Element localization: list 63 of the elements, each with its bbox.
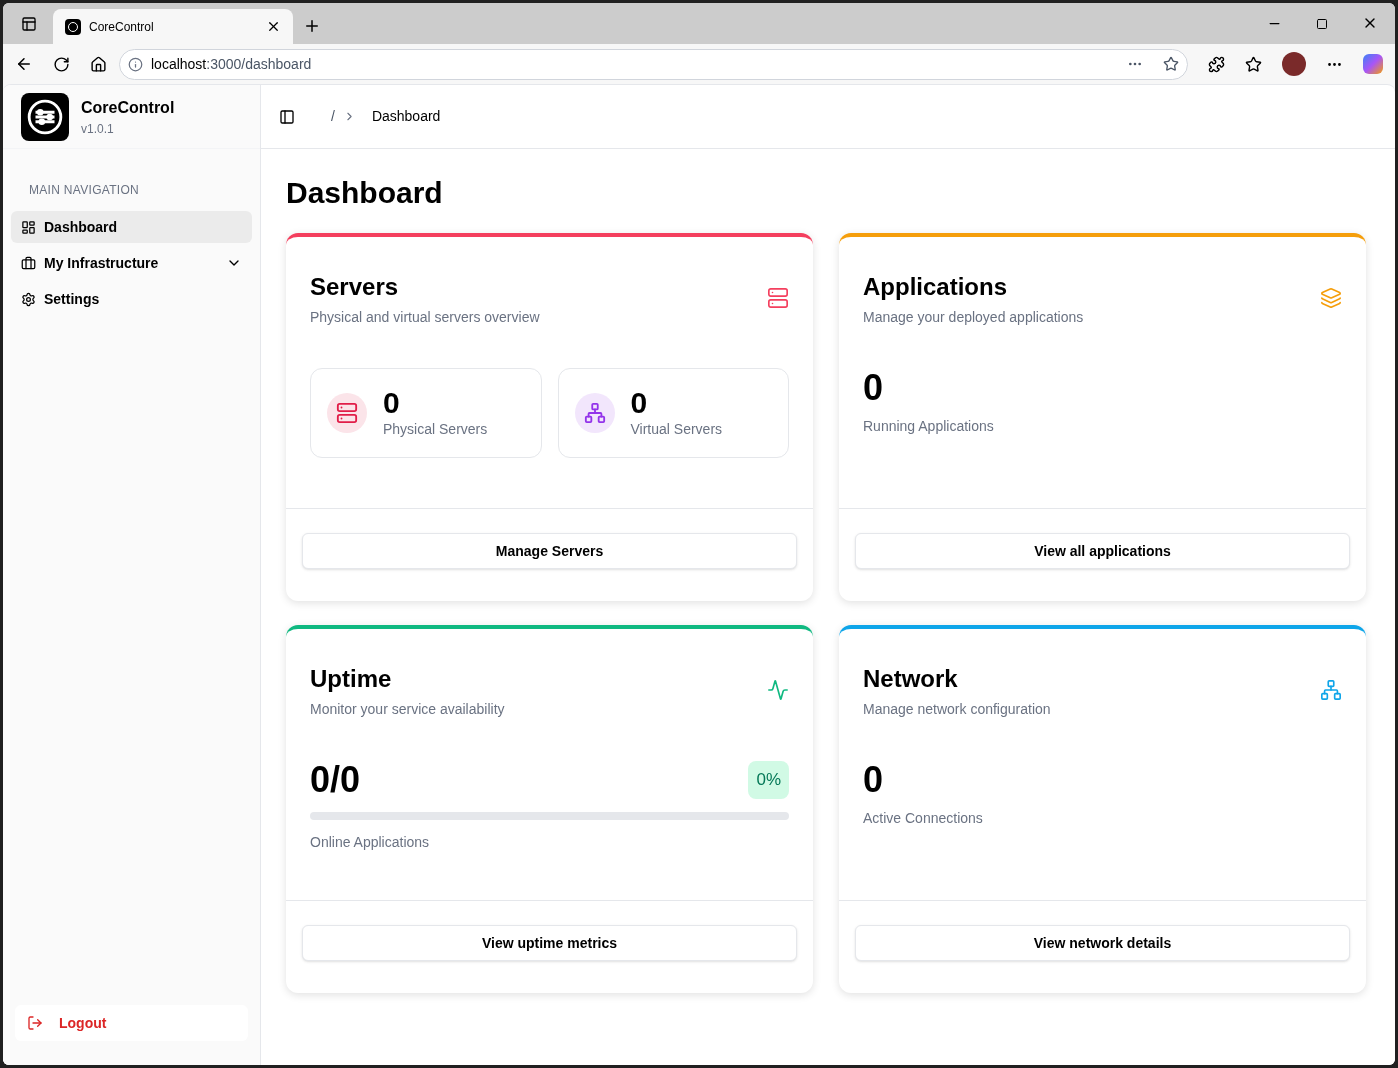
card-title: Network (863, 665, 959, 693)
close-icon[interactable] (266, 19, 281, 34)
stat-value: 0 (630, 386, 649, 419)
card-action-button[interactable]: View all applications (855, 533, 1350, 569)
breadcrumb-current: Dashboard (371, 107, 441, 126)
address-bar[interactable]: localhost:3000/dashboard (119, 48, 1188, 80)
card-subtitle: Monitor your service availability (310, 700, 505, 719)
card-action-button[interactable]: View network details (855, 925, 1350, 961)
card-title: Uptime (310, 665, 393, 693)
extensions-icon[interactable] (1208, 55, 1225, 73)
sidebar-toggle-icon[interactable] (279, 108, 295, 125)
card-action-button[interactable]: View uptime metrics (302, 925, 797, 961)
card-title: Servers (310, 273, 400, 301)
url-text: localhost:3000/dashboard (151, 54, 313, 74)
stat-value: 0/0 (310, 760, 361, 800)
dashboard-icon (21, 219, 36, 235)
stat-label: Running Applications (863, 417, 995, 436)
section-label: MAIN NAVIGATION (28, 182, 141, 199)
layers-icon (1320, 287, 1342, 309)
tab-actions-icon[interactable] (21, 16, 37, 32)
hierarchy-icon (1320, 679, 1342, 701)
breadcrumb-separator: / (331, 107, 335, 126)
stat-value: 0 (383, 386, 401, 419)
server-icon (336, 402, 358, 424)
nav-item[interactable]: Settings (11, 283, 252, 315)
nav-item[interactable]: My Infrastructure (11, 247, 252, 279)
stat-label: Active Connections (863, 809, 984, 828)
favorites-icon[interactable] (1245, 55, 1262, 73)
stat-label: Virtual Servers (630, 419, 723, 439)
percentage-badge: 0% (748, 761, 789, 799)
server-icon (767, 287, 789, 309)
card-subtitle: Manage network configuration (863, 700, 1051, 719)
stat-value: 0 (863, 368, 885, 408)
favicon-icon (65, 18, 81, 35)
settings-icon (21, 291, 36, 307)
app-name: CoreControl (81, 97, 175, 118)
browser-tab[interactable]: CoreControl (53, 9, 293, 44)
pulse-icon (767, 679, 789, 701)
page-title: Dashboard (286, 175, 444, 211)
home-icon[interactable] (90, 55, 107, 73)
nav-item[interactable]: Dashboard (11, 211, 252, 243)
card-subtitle: Manage your deployed applications (863, 308, 1084, 327)
logout-button[interactable]: Logout (15, 1005, 248, 1041)
stat-value: 0 (863, 760, 885, 800)
app-version: v1.0.1 (81, 120, 115, 138)
stat-label: Online Applications (310, 833, 431, 852)
reload-icon[interactable] (53, 55, 70, 73)
back-icon[interactable] (15, 55, 33, 73)
assistant-icon[interactable] (1363, 54, 1383, 74)
card-title: Applications (863, 273, 1008, 301)
card-subtitle: Physical and virtual servers overview (310, 308, 540, 327)
maximize-icon[interactable] (1316, 18, 1328, 30)
new-tab-icon[interactable] (303, 17, 321, 35)
tab-title: CoreControl (89, 18, 155, 36)
card-action-button[interactable]: Manage Servers (302, 533, 797, 569)
profile-avatar[interactable] (1282, 52, 1306, 76)
info-icon (128, 56, 143, 72)
briefcase-icon (21, 255, 36, 271)
logout-icon (27, 1015, 43, 1031)
logo-icon (21, 92, 69, 141)
stat-label: Physical Servers (383, 419, 488, 439)
hierarchy-icon (583, 402, 606, 424)
favorite-icon[interactable] (1163, 56, 1179, 72)
